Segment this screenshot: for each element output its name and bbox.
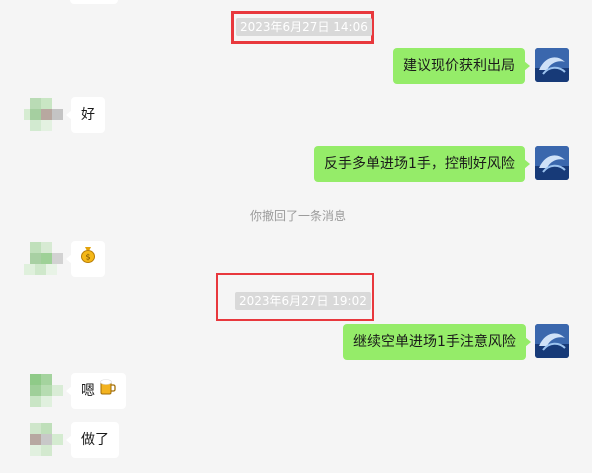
chat-area: 2023年6月27日 14:06 建议现价获利出局 好 反手多单进场1手，控制好…	[0, 0, 592, 473]
self-avatar[interactable]	[535, 146, 569, 180]
message-text: 嗯	[81, 383, 95, 399]
self-avatar[interactable]	[535, 48, 569, 82]
message-text: 做了	[81, 432, 109, 448]
message-bubble-incoming[interactable]: 做了	[66, 422, 119, 458]
self-avatar[interactable]	[535, 324, 569, 358]
timestamp: 2023年6月27日 14:06	[236, 18, 372, 36]
message-bubble-outgoing[interactable]: 继续空单进场1手注意风险	[343, 324, 531, 360]
contact-avatar[interactable]	[24, 240, 68, 284]
message-text: 好	[81, 107, 95, 123]
timestamp: 2023年6月27日 19:02	[235, 292, 371, 310]
dolphin-icon	[535, 146, 569, 180]
contact-avatar[interactable]	[24, 96, 68, 140]
money-bag-icon: $	[80, 241, 96, 277]
svg-text:$: $	[85, 253, 90, 262]
recall-notice: 你撤回了一条消息	[250, 209, 347, 223]
dolphin-icon	[535, 48, 569, 82]
message-text: 建议现价获利出局	[403, 58, 515, 74]
message-bubble-incoming[interactable]: 嗯	[65, 373, 127, 409]
message-bubble-outgoing[interactable]: 建议现价获利出局	[393, 48, 530, 84]
message-bubble-incoming[interactable]: 好	[66, 97, 105, 133]
message-text: 继续空单进场1手注意风险	[353, 334, 516, 350]
previous-message-bubble[interactable]	[70, 0, 118, 4]
message-text: 反手多单进场1手，控制好风险	[324, 156, 515, 172]
contact-avatar[interactable]	[24, 372, 68, 416]
message-bubble-outgoing[interactable]: 反手多单进场1手，控制好风险	[314, 146, 530, 182]
dolphin-icon	[535, 324, 569, 358]
contact-avatar[interactable]	[24, 421, 68, 465]
message-bubble-incoming[interactable]: $	[66, 241, 105, 277]
beer-mug-icon	[99, 373, 117, 409]
